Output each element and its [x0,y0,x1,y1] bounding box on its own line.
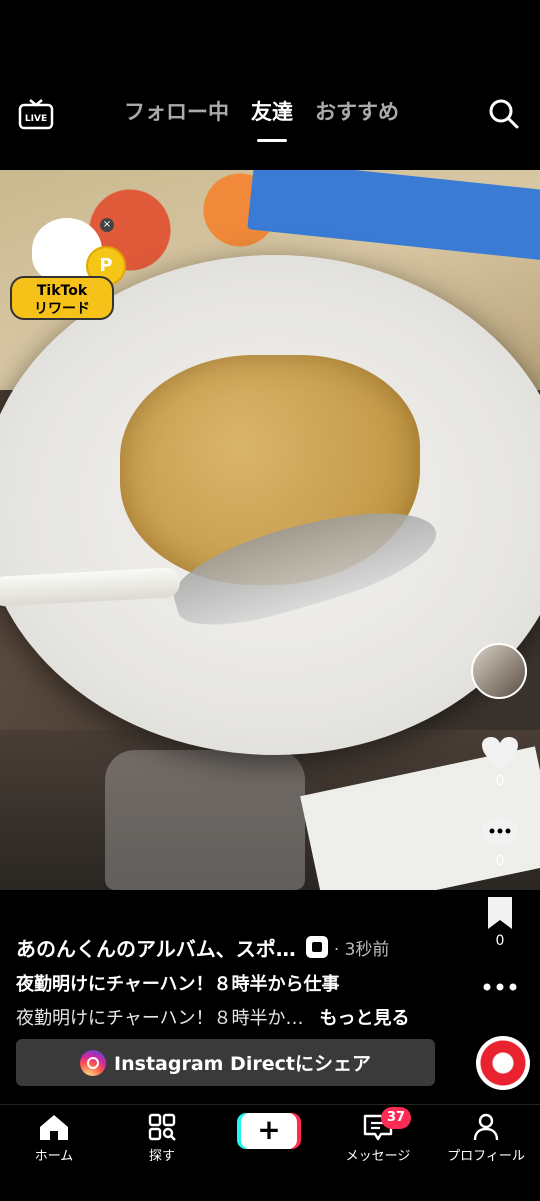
save-action[interactable]: 0 [470,895,530,949]
caption: あのんくんのアルバム、スポ… · 3秒前 夜勤明けにチャーハン！８時半から仕事 … [16,930,446,1030]
tab-recommended[interactable]: おすすめ [315,90,399,138]
music-disc-icon[interactable] [476,1036,530,1090]
plastic-bag [105,750,305,890]
comment-action[interactable]: 0 [470,815,530,869]
post-age: · 3秒前 [333,939,390,960]
live-label: LIVE [25,114,47,124]
see-more-link[interactable]: もっと見る [319,1004,409,1030]
home-icon [40,1115,68,1140]
close-icon[interactable]: × [100,218,114,232]
nav-profile-label: プロフィール [447,1149,525,1164]
message-count-badge: 37 [381,1107,411,1129]
photo-mode-icon [305,936,328,958]
create-button[interactable]: + [241,1113,297,1149]
profile-icon [473,1113,499,1141]
save-count: 0 [495,933,505,949]
live-icon[interactable]: LIVE [18,98,54,130]
post-title: 夜勤明けにチャーハン！８時半から仕事 [16,974,340,995]
nav-home[interactable]: ホーム [9,1113,99,1164]
instagram-icon [80,1049,107,1076]
reward-label-line2: リワード [34,301,90,317]
like-action[interactable]: 0 [470,735,530,789]
search-icon[interactable] [488,98,520,130]
nav-home-label: ホーム [34,1149,74,1164]
nav-explore-label: 探す [148,1149,175,1164]
post-description: 夜勤明けにチャーハン！８時半か… [16,1008,304,1029]
bottom-navigation: ホーム 探す + メッセージ 37 プロフィール [0,1104,540,1201]
bookmark-icon [488,897,512,929]
reward-label-line1: TikTok [36,283,88,299]
avatar[interactable] [471,643,527,699]
tab-following[interactable]: フォロー中 [124,90,229,138]
heart-icon [482,737,518,769]
feed-tabs: フォロー中 友達 おすすめ [124,90,399,142]
nav-explore[interactable]: 探す [117,1113,207,1164]
nav-messages-label: メッセージ [345,1149,411,1164]
comment-icon [482,817,518,849]
nav-messages[interactable]: メッセージ 37 [333,1107,423,1164]
tiktok-reward-widget[interactable]: P × TikTok リワード [10,218,126,324]
author-name[interactable]: あのんくんのアルバム、スポ… [16,933,296,962]
nav-profile[interactable]: プロフィール [441,1113,531,1164]
share-label: Instagram Directにシェア [114,1053,371,1075]
reward-label: TikTok リワード [10,276,114,320]
more-action[interactable] [470,982,530,992]
post-description-row: 夜勤明けにチャーハン！８時半か… もっと見る [16,1004,446,1030]
explore-icon [148,1113,176,1141]
instagram-share-button[interactable]: Instagram Directにシェア [16,1039,435,1086]
author-row: あのんくんのアルバム、スポ… · 3秒前 [16,930,446,964]
tab-friends[interactable]: 友達 [251,90,293,142]
more-icon [483,983,517,991]
comment-count: 0 [495,853,505,869]
top-navigation: LIVE フォロー中 友達 おすすめ [0,90,540,142]
like-count: 0 [495,773,505,789]
